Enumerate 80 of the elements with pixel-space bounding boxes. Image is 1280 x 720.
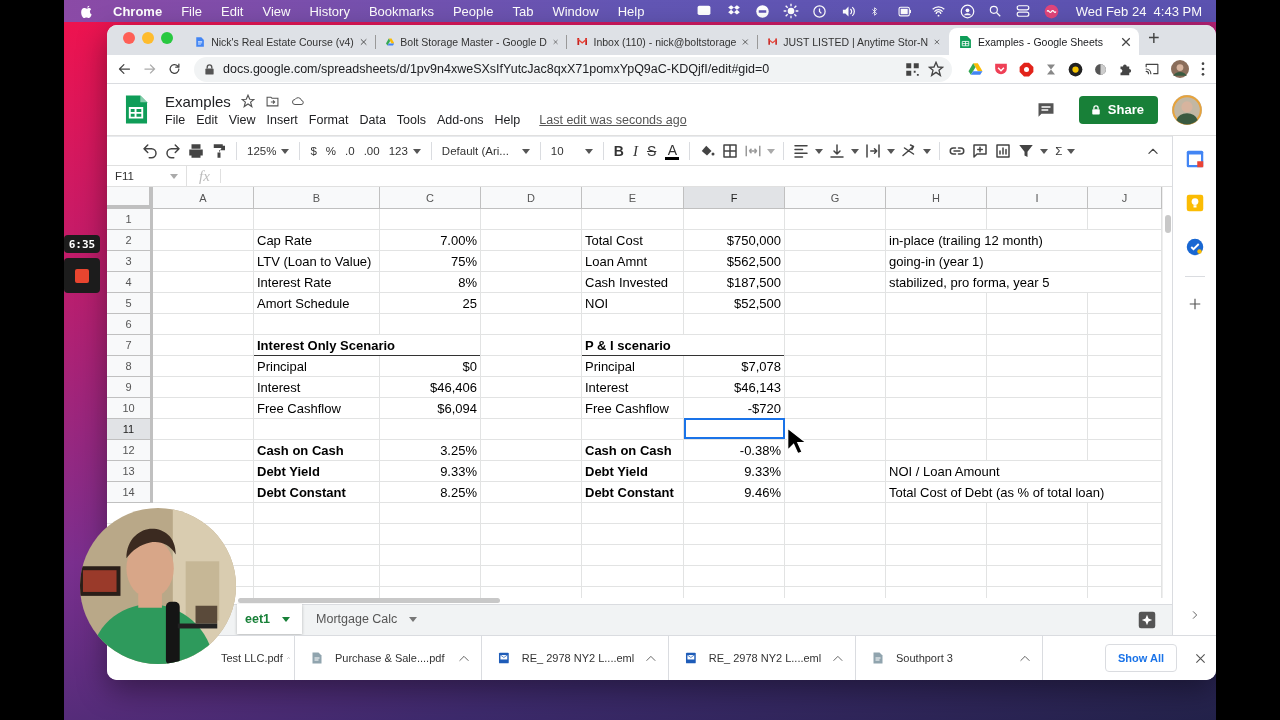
row-header[interactable]: 14 (107, 482, 153, 503)
menu-item[interactable]: Tools (396, 112, 427, 127)
show-all-button[interactable]: Show All (1104, 644, 1177, 672)
menu-item[interactable]: Data (359, 112, 386, 127)
browser-tab[interactable]: JUST LISTED | Anytime Stor-N (758, 28, 948, 55)
font-size-select[interactable]: 10 (548, 140, 595, 162)
share-button[interactable]: Share (1078, 95, 1158, 124)
row-header[interactable]: 11 (107, 419, 153, 440)
strikethrough-button[interactable]: S (644, 140, 659, 162)
menu-item[interactable]: Insert (266, 112, 298, 127)
row-header[interactable]: 12 (107, 440, 153, 461)
functions-button[interactable]: Σ (1053, 140, 1078, 162)
row-header[interactable]: 4 (107, 272, 153, 293)
menu-item[interactable]: Help (617, 3, 645, 19)
last-edit-link[interactable]: Last edit was seconds ago (539, 112, 687, 127)
menu-item[interactable]: View (262, 3, 291, 19)
currency-button[interactable]: $ (308, 140, 319, 162)
menu-item[interactable]: View (228, 112, 256, 127)
menu-item[interactable]: Help (494, 112, 521, 127)
column-header[interactable]: J (1088, 187, 1162, 209)
menu-item[interactable]: Add-ons (437, 112, 484, 127)
recording-timer: 6:35 (64, 235, 100, 253)
menu-item[interactable]: People (452, 3, 494, 19)
browser-tab[interactable]: Nick's Real Estate Course (v4) (185, 28, 375, 55)
menu-item[interactable]: Edit (196, 112, 218, 127)
text-color-button[interactable]: A (663, 140, 682, 162)
browser-tab[interactable]: Examples - Google Sheets (949, 28, 1139, 55)
download-item[interactable]: Southport 3 (856, 636, 1043, 680)
font-select[interactable]: Default (Ari... (439, 140, 532, 162)
download-item[interactable]: RE_ 2978 NY2 L....eml (669, 636, 856, 680)
browser-tab[interactable]: Inbox (110) - nick@boltstorage (567, 28, 757, 55)
menu-item[interactable]: Tab (512, 3, 534, 19)
column-header[interactable]: G (785, 187, 886, 209)
document-title[interactable]: Examples (165, 92, 231, 110)
sheet-tab[interactable]: eet1 (237, 604, 303, 634)
row-header[interactable]: 10 (107, 398, 153, 419)
column-header[interactable]: A (153, 187, 254, 209)
menu-item[interactable]: Bookmarks (368, 3, 434, 19)
column-header[interactable]: H (886, 187, 987, 209)
download-item[interactable]: Test LLC.pdf (219, 636, 295, 680)
menu-item[interactable]: Window (552, 3, 599, 19)
column-header[interactable]: I (987, 187, 1088, 209)
table-cell: P & I scenario (582, 335, 784, 356)
column-header[interactable]: C (380, 187, 481, 209)
row-header[interactable]: 2 (107, 230, 153, 251)
download-item[interactable]: RE_ 2978 NY2 L....eml (482, 636, 669, 680)
column-header[interactable]: D (481, 187, 582, 209)
sheet-tab[interactable]: Mortgage Calc (302, 604, 430, 634)
increase-decimals-button[interactable]: .00 (361, 140, 382, 162)
download-item[interactable]: Purchase & Sale....pdf (295, 636, 482, 680)
row-header[interactable]: 8 (107, 356, 153, 377)
menu-item[interactable]: History (309, 3, 350, 19)
zoom-select[interactable]: 125% (245, 140, 292, 162)
row-header[interactable]: 5 (107, 293, 153, 314)
italic-button[interactable]: I (630, 140, 640, 162)
browser-tab[interactable]: Bolt Storage Master - Google D (376, 28, 566, 55)
row-header[interactable]: 7 (107, 335, 153, 356)
clock-text[interactable]: Wed Feb 24 4:43 PM (1075, 3, 1202, 19)
function-label: fx (199, 167, 210, 185)
new-tab-button[interactable]: + (1148, 27, 1160, 50)
column-header[interactable]: E (582, 187, 684, 209)
menu-item[interactable]: Chrome (113, 3, 163, 19)
name-box[interactable]: F11 (107, 166, 187, 186)
menu-item[interactable]: File (165, 112, 186, 127)
table-cell: Interest Only Scenario (254, 335, 480, 356)
bold-button[interactable]: B (611, 140, 626, 162)
decrease-decimals-button[interactable]: .0 (343, 140, 357, 162)
menu-item[interactable]: File (181, 3, 203, 19)
column-header[interactable]: F (684, 187, 785, 209)
number-format-button[interactable]: 123 (386, 140, 423, 162)
row-header[interactable]: 9 (107, 377, 153, 398)
address-field[interactable]: docs.google.com/spreadsheets/d/1pv9n4xweSXsIfYutcJac8qxX71pomxYpQ9aC-KDQjfI/edit#gid=0 (194, 56, 952, 82)
column-header[interactable]: B (254, 187, 380, 209)
percent-button[interactable]: % (323, 140, 339, 162)
row-header[interactable]: 13 (107, 461, 153, 482)
row-header[interactable]: 6 (107, 314, 153, 335)
row-header[interactable]: 3 (107, 251, 153, 272)
row-header[interactable]: 1 (107, 209, 153, 230)
menu-item[interactable]: Edit (221, 3, 244, 19)
menu-item[interactable]: Format (308, 112, 349, 127)
